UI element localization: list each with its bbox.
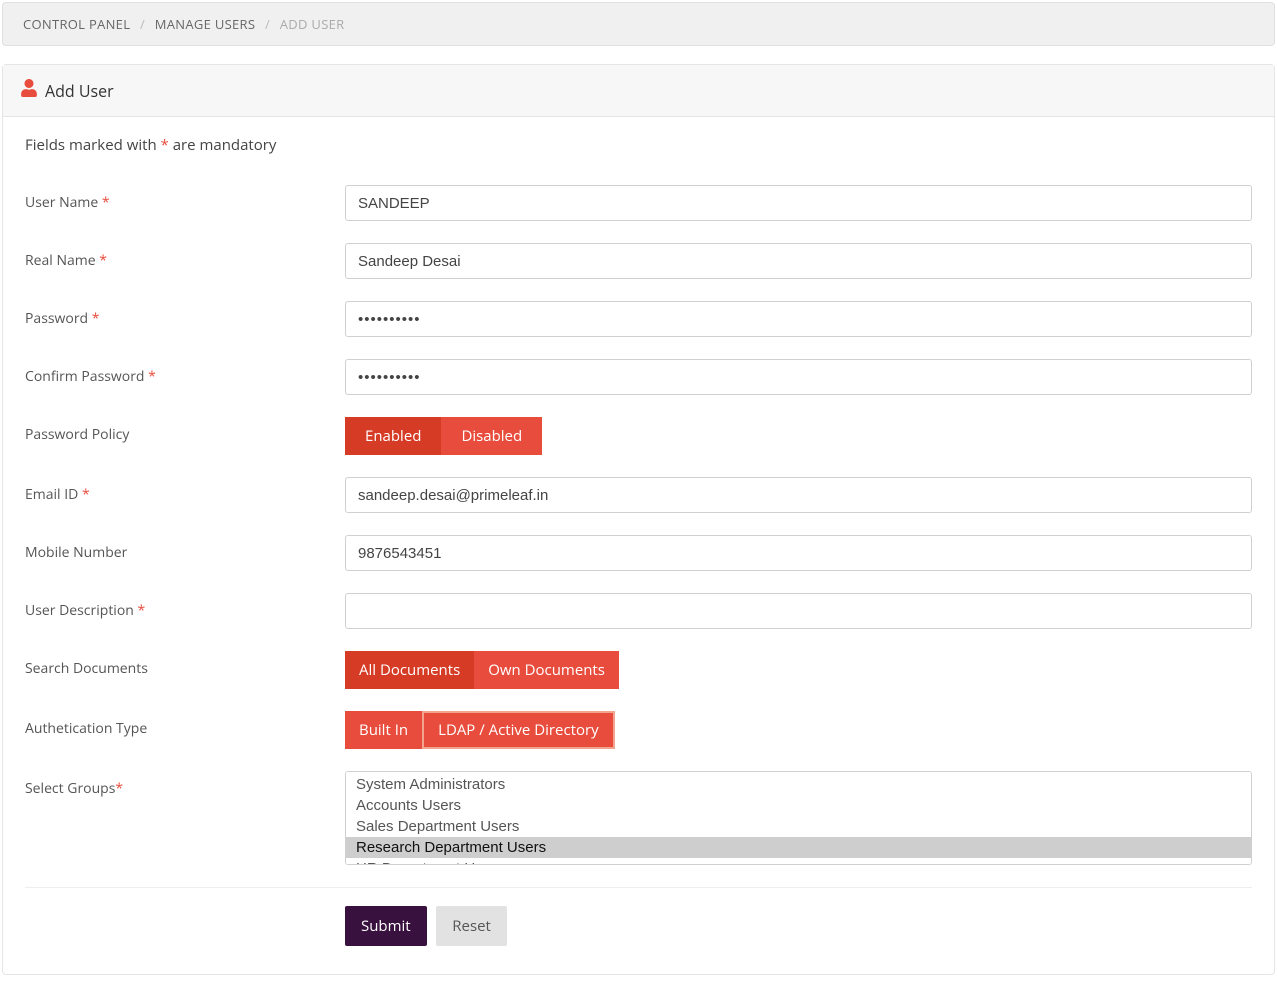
user-icon xyxy=(21,79,37,102)
auth-builtin-button[interactable]: Built In xyxy=(345,711,422,749)
password-label: Password * xyxy=(25,301,345,328)
username-label: User Name * xyxy=(25,185,345,212)
group-option[interactable]: Research Department Users xyxy=(346,837,1251,858)
mandatory-note: Fields marked with * are mandatory xyxy=(25,135,1252,155)
realname-label: Real Name * xyxy=(25,243,345,270)
divider xyxy=(25,887,1252,888)
breadcrumb-item-manage-users[interactable]: MANAGE USERS xyxy=(155,15,256,33)
description-input[interactable] xyxy=(345,593,1252,629)
mandatory-star: * xyxy=(161,135,169,155)
breadcrumb-separator: / xyxy=(259,15,276,33)
breadcrumb: CONTROL PANEL / MANAGE USERS / ADD USER xyxy=(2,2,1275,46)
add-user-panel: Add User Fields marked with * are mandat… xyxy=(2,64,1275,975)
password-policy-label: Password Policy xyxy=(25,417,345,444)
group-option[interactable]: System Administrators xyxy=(346,774,1251,795)
mobile-input[interactable] xyxy=(345,535,1252,571)
auth-type-toggle: Built In LDAP / Active Directory xyxy=(345,711,615,749)
email-input[interactable] xyxy=(345,477,1252,513)
password-policy-toggle: Enabled Disabled xyxy=(345,417,542,455)
search-all-documents-button[interactable]: All Documents xyxy=(345,651,474,689)
select-groups-label: Select Groups* xyxy=(25,771,345,798)
select-groups-list[interactable]: System AdministratorsAccounts UsersSales… xyxy=(345,771,1252,865)
mandatory-note-suffix: are mandatory xyxy=(169,135,277,155)
group-option[interactable]: HR Department Users xyxy=(346,858,1251,865)
search-own-documents-button[interactable]: Own Documents xyxy=(474,651,619,689)
password-input[interactable] xyxy=(345,301,1252,337)
confirm-password-label: Confirm Password * xyxy=(25,359,345,386)
mobile-label: Mobile Number xyxy=(25,535,345,562)
realname-input[interactable] xyxy=(345,243,1252,279)
password-policy-disabled-button[interactable]: Disabled xyxy=(441,417,542,455)
group-option[interactable]: Sales Department Users xyxy=(346,816,1251,837)
panel-header: Add User xyxy=(3,65,1274,117)
submit-button[interactable]: Submit xyxy=(345,906,427,946)
breadcrumb-item-control-panel[interactable]: CONTROL PANEL xyxy=(23,15,130,33)
mandatory-note-prefix: Fields marked with xyxy=(25,135,161,155)
group-option[interactable]: Accounts Users xyxy=(346,795,1251,816)
email-label: Email ID * xyxy=(25,477,345,504)
search-documents-toggle: All Documents Own Documents xyxy=(345,651,619,689)
search-documents-label: Search Documents xyxy=(25,651,345,678)
description-label: User Description * xyxy=(25,593,345,620)
breadcrumb-separator: / xyxy=(134,15,151,33)
reset-button[interactable]: Reset xyxy=(436,906,507,946)
panel-title: Add User xyxy=(45,80,114,102)
auth-type-label: Authetication Type xyxy=(25,711,345,738)
auth-ldap-button[interactable]: LDAP / Active Directory xyxy=(422,711,615,749)
confirm-password-input[interactable] xyxy=(345,359,1252,395)
breadcrumb-item-add-user: ADD USER xyxy=(280,15,345,33)
password-policy-enabled-button[interactable]: Enabled xyxy=(345,417,441,455)
panel-body: Fields marked with * are mandatory User … xyxy=(3,117,1274,974)
username-input[interactable] xyxy=(345,185,1252,221)
